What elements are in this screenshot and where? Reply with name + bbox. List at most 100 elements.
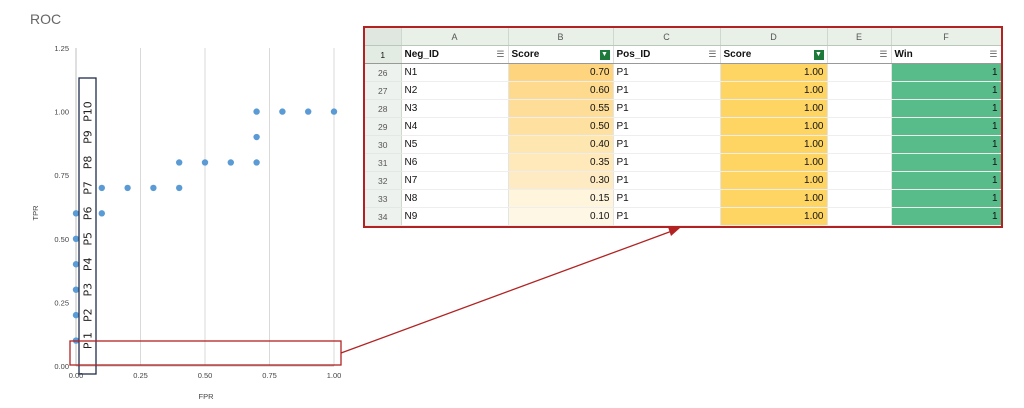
neg-id-cell[interactable]: N4	[401, 117, 509, 136]
pos-id-cell[interactable]: P1	[613, 81, 721, 100]
empty-cell[interactable]	[827, 117, 892, 136]
row-number[interactable]: 32	[365, 171, 402, 190]
connector-arrow	[69, 227, 680, 366]
data-point	[201, 159, 209, 166]
neg-score-cell[interactable]: 0.50	[508, 117, 614, 136]
neg-id-cell[interactable]: N5	[401, 135, 509, 154]
win-cell[interactable]: 1	[891, 99, 1001, 118]
pos-score-cell[interactable]: 1.00	[720, 171, 828, 190]
neg-score-cell[interactable]: 0.35	[508, 153, 614, 172]
row-number[interactable]: 31	[365, 153, 402, 172]
pos-id-cell[interactable]: P1	[613, 99, 721, 118]
column-letter-f[interactable]: F	[891, 28, 1001, 46]
header-pos-score: Score ▼	[720, 45, 828, 64]
pos-score-cell[interactable]: 1.00	[720, 225, 828, 226]
empty-cell[interactable]	[827, 99, 892, 118]
column-letter-b[interactable]: B	[508, 28, 614, 46]
pos-score-cell[interactable]: 1.00	[720, 81, 828, 100]
header-empty: ☰	[827, 45, 892, 64]
neg-id-cell[interactable]: N2	[401, 81, 509, 100]
row-number[interactable]: 33	[365, 189, 402, 208]
row-number[interactable]: 27	[365, 81, 402, 100]
header-label: Pos_ID	[616, 49, 651, 60]
column-letter-c[interactable]: C	[613, 28, 721, 46]
row-number[interactable]: 30	[365, 135, 402, 154]
spreadsheet-panel: A B C D E F 1 Neg_ID ☰ Score ▼ Pos_ID ☰ Sco…	[363, 26, 1003, 228]
filter-icon[interactable]: ☰	[496, 49, 504, 60]
data-point	[98, 210, 106, 217]
pos-id-cell[interactable]: P1	[613, 63, 721, 82]
win-cell[interactable]: 1	[891, 225, 1001, 226]
empty-cell[interactable]	[827, 207, 892, 226]
x-tick-label: 0.75	[262, 371, 277, 380]
neg-score-cell[interactable]: 0.60	[508, 81, 614, 100]
row-number[interactable]: 1	[365, 45, 402, 64]
neg-score-cell[interactable]: 0.15	[508, 189, 614, 208]
neg-id-cell[interactable]: N6	[401, 153, 509, 172]
pos-score-cell[interactable]: 1.00	[720, 99, 828, 118]
empty-cell[interactable]	[827, 135, 892, 154]
column-letter-d[interactable]: D	[720, 28, 828, 46]
pos-id-cell[interactable]: P1	[613, 171, 721, 190]
row-number[interactable]: 28	[365, 99, 402, 118]
neg-id-cell[interactable]: N7	[401, 171, 509, 190]
pos-id-cell[interactable]: P1	[613, 225, 721, 226]
filter-icon[interactable]: ☰	[708, 49, 716, 60]
win-cell[interactable]: 1	[891, 189, 1001, 208]
empty-cell[interactable]	[827, 63, 892, 82]
pos-score-cell[interactable]: 1.00	[720, 153, 828, 172]
neg-score-cell[interactable]: 0.30	[508, 171, 614, 190]
active-filter-icon[interactable]: ▼	[813, 49, 824, 60]
win-cell[interactable]: 1	[891, 81, 1001, 100]
select-all-corner[interactable]	[365, 28, 402, 46]
empty-cell[interactable]	[827, 225, 892, 226]
neg-id-cell[interactable]: N1	[401, 63, 509, 82]
pos-score-cell[interactable]: 1.00	[720, 189, 828, 208]
pos-score-cell[interactable]: 1.00	[720, 135, 828, 154]
neg-score-cell[interactable]: 0.55	[508, 99, 614, 118]
table-row: 27 N2 0.60 P1 1.00 1	[365, 81, 1001, 100]
row-number[interactable]: 35	[365, 225, 402, 226]
neg-score-cell[interactable]: 0.05	[508, 225, 614, 226]
empty-cell[interactable]	[827, 153, 892, 172]
pos-score-cell[interactable]: 1.00	[720, 207, 828, 226]
active-filter-icon[interactable]: ▼	[599, 49, 610, 60]
neg-id-cell[interactable]: N9	[401, 207, 509, 226]
neg-id-cell[interactable]: N10	[401, 225, 509, 226]
pos-score-cell[interactable]: 1.00	[720, 63, 828, 82]
win-cell[interactable]: 1	[891, 171, 1001, 190]
pos-id-cell[interactable]: P1	[613, 135, 721, 154]
pos-id-cell[interactable]: P1	[613, 189, 721, 208]
neg-score-cell[interactable]: 0.10	[508, 207, 614, 226]
win-cell[interactable]: 1	[891, 63, 1001, 82]
neg-id-cell[interactable]: N3	[401, 99, 509, 118]
column-letter-a[interactable]: A	[401, 28, 509, 46]
table-row: 35N100.05P11.00 1	[365, 225, 1001, 226]
empty-cell[interactable]	[827, 81, 892, 100]
header-neg-score: Score ▼	[508, 45, 614, 64]
neg-id-cell[interactable]: N8	[401, 189, 509, 208]
empty-cell[interactable]	[827, 171, 892, 190]
neg-score-cell[interactable]: 0.40	[508, 135, 614, 154]
row-number[interactable]: 26	[365, 63, 402, 82]
win-cell[interactable]: 1	[891, 117, 1001, 136]
empty-cell[interactable]	[827, 189, 892, 208]
pos-id-cell[interactable]: P1	[613, 117, 721, 136]
pos-id-cell[interactable]: P1	[613, 153, 721, 172]
win-cell[interactable]: 1	[891, 207, 1001, 226]
header-pos-id: Pos_ID ☰	[613, 45, 721, 64]
filter-icon[interactable]: ☰	[879, 49, 887, 60]
y-axis-label: TPR	[31, 205, 40, 221]
pos-score-cell[interactable]: 1.00	[720, 117, 828, 136]
neg-score-cell[interactable]: 0.70	[508, 63, 614, 82]
filter-icon[interactable]: ☰	[989, 49, 997, 60]
row-number[interactable]: 34	[365, 207, 402, 226]
y-tick-label: 0.50	[54, 235, 69, 244]
y-tick-label: 1.25	[54, 44, 69, 53]
win-cell[interactable]: 1	[891, 153, 1001, 172]
data-point	[72, 235, 80, 242]
column-letter-e[interactable]: E	[827, 28, 892, 46]
win-cell[interactable]: 1	[891, 135, 1001, 154]
pos-id-cell[interactable]: P1	[613, 207, 721, 226]
row-number[interactable]: 29	[365, 117, 402, 136]
